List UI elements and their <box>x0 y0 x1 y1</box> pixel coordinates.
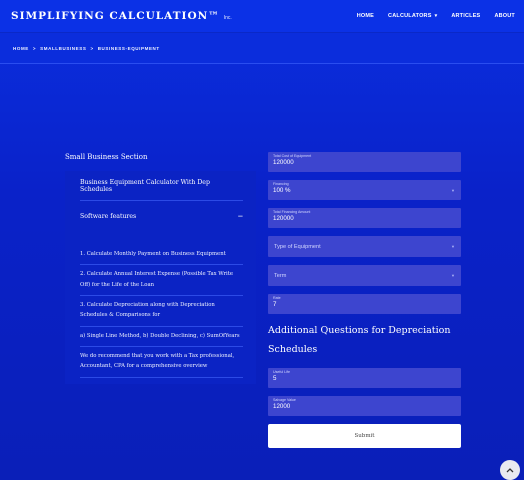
total-financing-value[interactable]: 120000 <box>273 215 456 222</box>
calculator-form: Total Cost of Equipment 120000 Financing… <box>268 152 461 449</box>
brand-name[interactable]: SIMPLIFYING CALCULATION™ <box>11 10 220 22</box>
accordion-item-software-features[interactable]: Software features − <box>80 201 243 231</box>
section-title: Small Business Section <box>65 153 148 161</box>
top-navbar: SIMPLIFYING CALCULATION™ Inc. HOME CALCU… <box>0 0 524 33</box>
chevron-down-icon: ▼ <box>451 244 455 249</box>
nav-home[interactable]: HOME <box>357 13 374 19</box>
brand[interactable]: SIMPLIFYING CALCULATION™ Inc. <box>11 10 232 22</box>
nav-calculators[interactable]: CALCULATORS ▾ <box>388 13 437 19</box>
term-select[interactable]: Term ▼ <box>268 265 461 286</box>
nav-about[interactable]: ABOUT <box>494 13 515 19</box>
breadcrumb-separator: > <box>90 45 94 51</box>
chevron-up-icon <box>506 468 514 473</box>
useful-life-label: Useful Life <box>273 370 290 375</box>
term-placeholder: Term <box>274 272 287 279</box>
feature-item: We do recommend that you work with a Tax… <box>80 347 243 378</box>
salvage-value-value[interactable]: 12000 <box>273 403 456 410</box>
financing-value[interactable]: 100 % <box>273 187 456 194</box>
breadcrumb-category[interactable]: Smallbusiness <box>40 46 86 51</box>
rate-label: Rate <box>273 296 281 300</box>
accordion-item-label: Business Equipment Calculator With Dep S… <box>80 178 210 193</box>
features-accordion: Business Equipment Calculator With Dep S… <box>65 171 256 384</box>
nav-links: HOME CALCULATORS ▾ ARTICLES ABOUT <box>357 13 515 19</box>
depreciation-questions-title: Additional Questions for Depreciation Sc… <box>268 325 451 355</box>
useful-life-field[interactable]: Useful Life 5 <box>268 368 461 389</box>
total-cost-value[interactable]: 120000 <box>273 159 456 166</box>
salvage-value-label: Salvage Value <box>273 398 296 403</box>
type-of-equipment-select[interactable]: Type of Equipment ▼ <box>268 236 461 257</box>
accordion-item-calculator[interactable]: Business Equipment Calculator With Dep S… <box>80 171 243 201</box>
type-of-equipment-placeholder: Type of Equipment <box>274 243 321 250</box>
rate-field[interactable]: Rate 7 <box>268 294 461 314</box>
minus-icon[interactable]: − <box>238 211 243 221</box>
feature-item: a) Single Line Method, b) Double Declini… <box>80 327 243 347</box>
total-cost-field[interactable]: Total Cost of Equipment 120000 <box>268 152 461 172</box>
rate-value[interactable]: 7 <box>273 301 456 308</box>
brand-suffix: Inc. <box>223 15 232 21</box>
salvage-value-field[interactable]: Salvage Value 12000 <box>268 396 461 417</box>
chevron-down-icon: ▼ <box>451 188 455 193</box>
breadcrumb-home[interactable]: Home <box>13 46 29 51</box>
nav-articles[interactable]: ARTICLES <box>451 13 480 19</box>
useful-life-value[interactable]: 5 <box>273 375 456 382</box>
breadcrumb: Home > Smallbusiness > Business-equipmen… <box>0 33 524 64</box>
total-financing-field[interactable]: Total Financing Amount 120000 <box>268 208 461 228</box>
accordion-item-label: Software features <box>80 212 137 220</box>
financing-select[interactable]: Financing 100 % ▼ <box>268 180 461 200</box>
breadcrumb-current: Business-equipment <box>97 45 160 51</box>
nav-calculators-label: CALCULATORS <box>388 13 432 19</box>
feature-list: 1. Calculate Monthly Payment on Business… <box>80 245 243 378</box>
feature-item: 1. Calculate Monthly Payment on Business… <box>80 245 243 266</box>
scroll-to-top-button[interactable] <box>500 460 520 480</box>
breadcrumb-separator: > <box>32 45 37 51</box>
total-financing-label: Total Financing Amount <box>273 210 311 214</box>
total-cost-label: Total Cost of Equipment <box>273 154 312 158</box>
feature-item: 3. Calculate Depreciation along with Dep… <box>80 296 243 327</box>
submit-button[interactable]: Submit <box>268 424 461 449</box>
feature-item: 2. Calculate Annual Interest Expense (Po… <box>80 265 243 296</box>
chevron-down-icon: ▼ <box>451 273 455 278</box>
chevron-down-icon: ▾ <box>434 13 438 19</box>
financing-label: Financing <box>273 182 289 186</box>
